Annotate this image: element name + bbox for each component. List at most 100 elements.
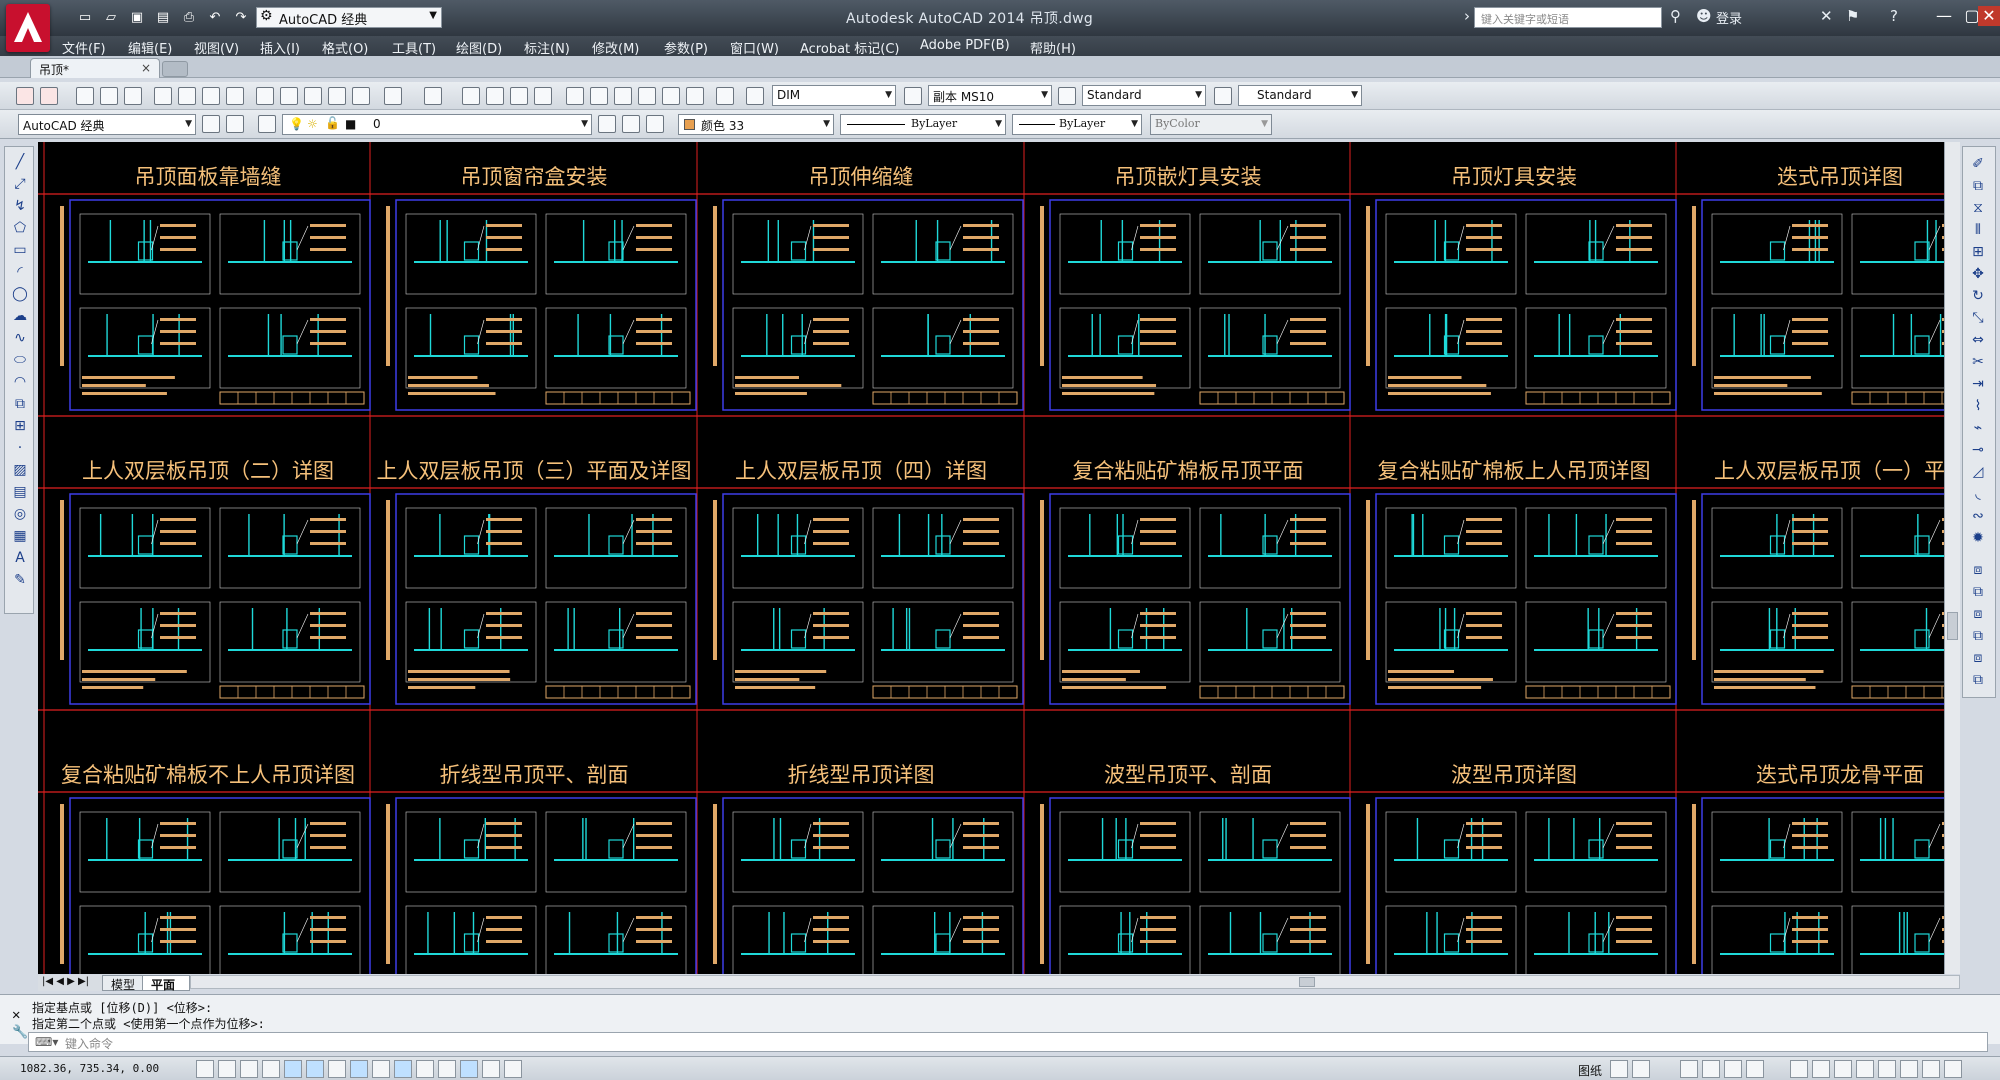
gradient-icon[interactable]: ▤ [11,483,29,501]
qnew-icon[interactable] [76,87,94,105]
menu-view[interactable]: 视图(V) [194,38,239,57]
mirror-icon[interactable]: ⧖ [1969,199,1987,217]
copy-icon[interactable] [280,87,298,105]
menu-insert[interactable]: 插入(I) [260,38,300,57]
hatch-icon[interactable]: ▨ [11,461,29,479]
annotation-scale-icon[interactable] [1790,1060,1808,1078]
isolate-objects-icon[interactable] [1900,1060,1918,1078]
arc-icon[interactable]: ◜ [11,263,29,281]
undo-icon[interactable]: ↶ [204,6,226,28]
pdf-settings-icon[interactable] [40,87,58,105]
menu-tools[interactable]: 工具(T) [392,38,436,57]
menu-parametric[interactable]: 参数(P) [664,38,708,57]
help-tool-icon[interactable] [716,87,734,105]
offset-icon[interactable]: ⫴ [1969,221,1987,239]
menu-file[interactable]: 文件(F) [62,38,106,57]
open-file-icon[interactable] [100,87,118,105]
layer-dropdown[interactable]: 💡 ☼ 🔓 ■ 0 ▼ [282,114,592,135]
menu-draw[interactable]: 绘图(D) [456,38,502,57]
showmotion-icon[interactable] [1746,1060,1764,1078]
grid-display-icon[interactable] [240,1060,258,1078]
close-button[interactable]: ✕ [1978,6,2000,26]
new-icon[interactable]: ▭ [74,6,96,28]
3d-dwf-icon[interactable] [226,87,244,105]
autocad-application-menu-button[interactable] [6,4,50,52]
move-icon[interactable]: ✥ [1969,265,1987,283]
expand-search-icon[interactable]: › [1464,7,1470,25]
print-icon[interactable] [154,87,172,105]
user-icon[interactable]: ☻ [1696,7,1712,25]
revision-cloud-icon[interactable]: ☁ [11,307,29,325]
menu-edit[interactable]: 编辑(E) [128,38,172,57]
zoom-previous-icon[interactable] [534,87,552,105]
publish-icon[interactable] [202,87,220,105]
layer-state-icon[interactable] [646,115,664,133]
point-icon[interactable]: · [11,439,29,457]
region-icon[interactable]: ◎ [11,505,29,523]
customize-icon[interactable]: 🔧 [12,1025,28,1040]
ellipse-icon[interactable]: ⬭ [11,351,29,369]
save-icon[interactable]: ▣ [126,6,148,28]
infer-constraints-icon[interactable] [196,1060,214,1078]
array-icon[interactable]: ⊞ [1969,243,1987,261]
rectangle-icon[interactable]: ▭ [11,241,29,259]
tab-model[interactable]: 模型 [102,975,145,992]
sheet-set-icon[interactable] [638,87,656,105]
pdf-icon[interactable] [16,87,34,105]
copy-object-icon[interactable]: ⧉ [1969,177,1987,195]
menu-modify[interactable]: 修改(M) [592,38,639,57]
dimstyle-dropdown[interactable]: DIM ▼ [772,85,896,106]
workspace-switching-icon[interactable] [1834,1060,1852,1078]
object-snap-tracking-icon[interactable] [350,1060,368,1078]
polar-tracking-icon[interactable] [284,1060,302,1078]
quick-view-drawings-icon[interactable] [1632,1060,1650,1078]
vertical-scrollbar[interactable] [1944,142,1960,974]
line-icon[interactable]: ╱ [11,153,29,171]
erase-icon[interactable]: ✐ [1969,155,1987,173]
saveas-icon[interactable]: ▤ [152,6,174,28]
polyline-icon[interactable]: ↯ [11,197,29,215]
break-at-point-icon[interactable]: ⌇ [1969,397,1987,415]
rotate-icon[interactable]: ↻ [1969,287,1987,305]
explode-icon[interactable]: ✹ [1969,529,1987,547]
join-icon[interactable]: ⊸ [1969,441,1987,459]
undo-tool-icon[interactable] [384,87,402,105]
lineweight-dropdown[interactable]: ByLayer ▼ [1012,114,1142,135]
layer-manager-icon[interactable] [258,115,276,133]
make-current-icon[interactable] [598,115,616,133]
scale-icon[interactable]: ⤡ [1969,309,1987,327]
tab-nav-icon[interactable]: |◀ ◀ ▶ ▶| [42,976,89,987]
tab-layout-plan[interactable]: 平面图 [142,975,190,1009]
stay-connected-icon[interactable]: ⚑ [1846,7,1859,25]
trim-icon[interactable]: ✂ [1969,353,1987,371]
zoom-realtime-icon[interactable] [486,87,504,105]
make-block-icon[interactable]: ⊞ [11,417,29,435]
plot-icon[interactable]: ⎙ [178,6,200,28]
multiline-text-icon[interactable]: A [11,549,29,567]
properties-icon[interactable] [566,87,584,105]
text-style-icon[interactable] [746,87,764,105]
menu-help[interactable]: 帮助(H) [1030,38,1076,57]
table-style-icon[interactable] [1058,87,1076,105]
markup-icon[interactable] [662,87,680,105]
draworder-icon[interactable]: ⧈ [1969,561,1987,579]
text-front-icon[interactable]: ⧉ [1969,671,1987,689]
open-icon[interactable]: ▱ [100,6,122,28]
menu-adobe-pdf[interactable]: Adobe PDF(B) [920,38,1010,53]
linetype-dropdown[interactable]: ByLayer ▼ [840,114,1006,135]
annotation-monitor-icon[interactable] [504,1060,522,1078]
tool-palettes-icon[interactable] [614,87,632,105]
bring-above-icon[interactable]: ⧉ [1969,627,1987,645]
construction-line-icon[interactable]: ⤢ [11,175,29,193]
zoom-window-icon[interactable] [510,87,528,105]
break-icon[interactable]: ⌁ [1969,419,1987,437]
object-snap-icon[interactable] [306,1060,324,1078]
textstyle-dropdown[interactable]: 副本 MS10 ▼ [928,85,1052,106]
workspace-toolbar-dropdown[interactable]: AutoCAD 经典 ▼ [18,114,196,135]
close-tab-icon[interactable]: × [141,61,151,75]
layer-previous-icon[interactable] [622,115,640,133]
minimize-button[interactable]: — [1930,6,1958,26]
send-under-icon[interactable]: ⧈ [1969,649,1987,667]
redo-icon[interactable]: ↷ [230,6,252,28]
status-menu-icon[interactable] [1922,1060,1940,1078]
